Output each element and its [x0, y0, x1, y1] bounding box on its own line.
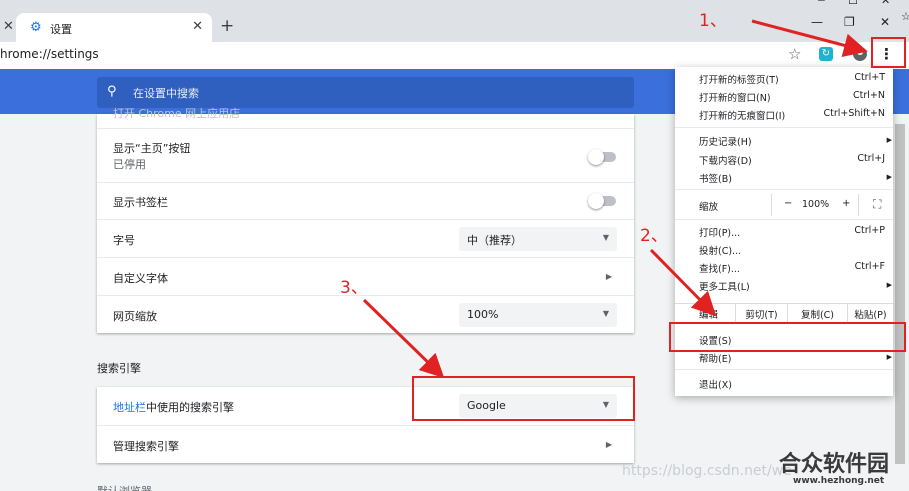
watermark-logo: 合众软件园	[779, 452, 890, 477]
arrow-step-2	[649, 248, 717, 317]
arrow-step-1	[751, 19, 868, 58]
arrow-step-3	[362, 298, 445, 379]
watermark-url: https://blog.csdn.net/we	[622, 463, 792, 479]
watermark-site: www.hezhong.net	[793, 476, 885, 486]
annotation-arrows	[362, 19, 868, 379]
